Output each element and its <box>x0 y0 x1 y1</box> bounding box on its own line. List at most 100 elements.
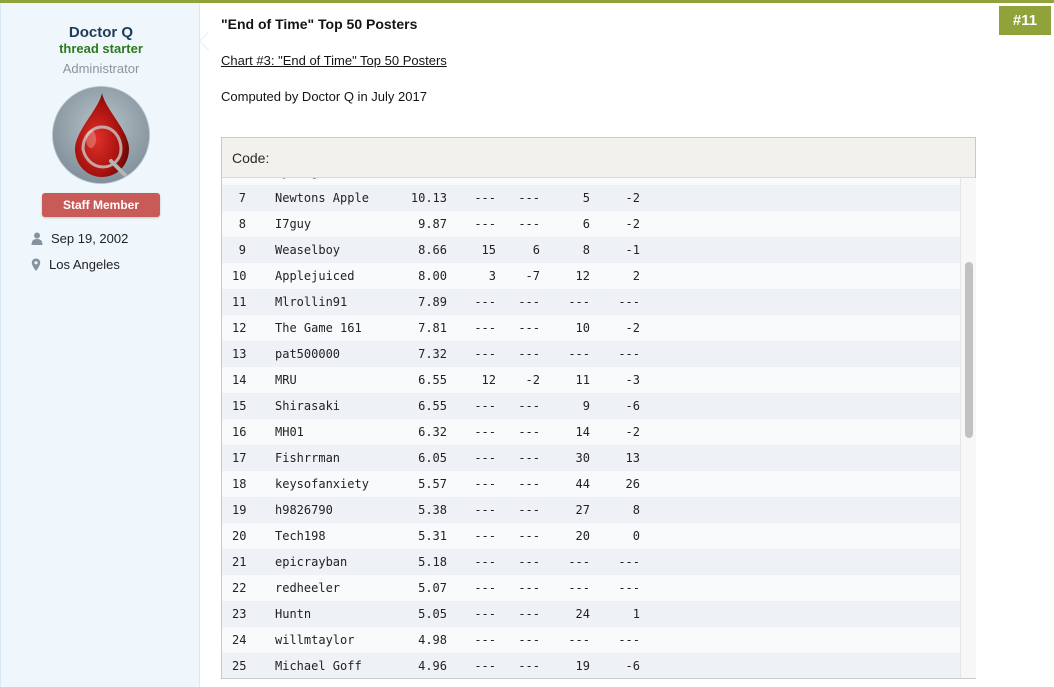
cell-rank: 14 <box>232 373 247 387</box>
avatar[interactable] <box>52 86 150 184</box>
cell-b: --- <box>518 633 540 647</box>
cell-name: willmtaylor <box>275 633 355 647</box>
cell-score: 7.32 <box>418 347 447 361</box>
scrollbar-thumb[interactable] <box>965 262 973 438</box>
cell-a: --- <box>474 555 496 569</box>
code-block: Code: 6cybungren10.964539717Newtons Appl… <box>221 137 976 679</box>
cell-d: -6 <box>625 659 640 673</box>
cell-score: 9.87 <box>418 217 447 231</box>
cell-b: --- <box>518 555 540 569</box>
user-icon <box>31 232 43 246</box>
cell-b: 39 <box>504 178 540 185</box>
username[interactable]: Doctor Q <box>1 24 201 41</box>
staff-member-badge[interactable]: Staff Member <box>42 193 160 217</box>
cell-score: 8.00 <box>418 269 447 283</box>
cell-name: epicrayban <box>275 555 348 569</box>
cell-c: 24 <box>575 607 590 621</box>
user-info-panel: Doctor Q thread starter Administrator St… <box>0 3 200 687</box>
cell-score: 5.31 <box>418 529 447 543</box>
cell-rank: 9 <box>238 243 246 257</box>
table-row: 19 h9826790 5.38 --- --- 27 8 <box>222 497 960 523</box>
cell-score: 5.18 <box>418 555 447 569</box>
cell-a: --- <box>474 425 496 439</box>
cell-a: --- <box>474 321 496 335</box>
ranking-table: 6cybungren10.964539717Newtons Apple10.13… <box>222 178 960 678</box>
cell-d: --- <box>618 347 640 361</box>
table-row: 23 Huntn 5.05 --- --- 24 1 <box>222 601 960 627</box>
cell-b: --- <box>518 347 540 361</box>
post-number-link[interactable]: #11 <box>999 6 1051 35</box>
cell-score: 7.81 <box>418 321 447 335</box>
chart-link[interactable]: Chart #3: "End of Time" Top 50 Posters <box>221 53 447 68</box>
cell-d: -2 <box>625 217 640 231</box>
cell-rank: 7 <box>238 191 246 205</box>
cell-d: -2 <box>625 191 640 205</box>
cell-a: 45 <box>462 178 496 185</box>
cell-a: 12 <box>481 373 496 387</box>
user-panel-arrow <box>199 31 209 51</box>
code-block-content[interactable]: 6cybungren10.964539717Newtons Apple10.13… <box>222 178 960 678</box>
cell-d: --- <box>618 581 640 595</box>
cell-name: The Game 161 <box>275 321 362 335</box>
location-link[interactable]: Los Angeles <box>49 257 120 272</box>
cell-c: 19 <box>575 659 590 673</box>
cell-d: -2 <box>625 425 640 439</box>
cell-c: 9 <box>582 399 590 413</box>
table-row: 20 Tech198 5.31 --- --- 20 0 <box>222 523 960 549</box>
cell-a: --- <box>474 581 496 595</box>
cell-d: 2 <box>632 269 640 283</box>
cell-c: 6 <box>582 217 590 231</box>
cell-d: --- <box>618 555 640 569</box>
cell-rank: 20 <box>232 529 247 543</box>
table-row: 12 The Game 161 7.81 --- --- 10 -2 <box>222 315 960 341</box>
cell-b: -7 <box>525 269 540 283</box>
cell-d: -2 <box>625 321 640 335</box>
cell-a: 15 <box>481 243 496 257</box>
code-scrollbar[interactable] <box>960 178 976 678</box>
table-row: 11 Mlrollin91 7.89 --- --- --- --- <box>222 289 960 315</box>
cell-name: Newtons Apple <box>275 191 369 205</box>
cell-a: --- <box>474 633 496 647</box>
cell-rank: 18 <box>232 477 247 491</box>
table-row: 18 keysofanxiety 5.57 --- --- 44 26 <box>222 471 960 497</box>
cell-rank: 10 <box>232 269 247 283</box>
cell-score: 5.07 <box>418 581 447 595</box>
cell-score: 4.96 <box>418 659 447 673</box>
cell-d: 26 <box>625 477 640 491</box>
table-row: 6 cybungren 10.96 45 39 7 1 <box>222 178 960 185</box>
cell-name: pat500000 <box>275 347 341 361</box>
user-role: Administrator <box>62 61 140 76</box>
cell-name: MH01 <box>275 425 304 439</box>
cell-score: 10.96 <box>392 178 447 185</box>
cell-rank: 15 <box>232 399 247 413</box>
table-row: 16 MH01 6.32 --- --- 14 -2 <box>222 419 960 445</box>
cell-a: --- <box>474 503 496 517</box>
cell-name: keysofanxiety <box>275 477 369 491</box>
cell-score: 5.05 <box>418 607 447 621</box>
cell-a: --- <box>474 529 496 543</box>
cell-d: --- <box>618 295 640 309</box>
table-row: 14 MRU 6.55 12 -2 11 -3 <box>222 367 960 393</box>
cell-rank: 17 <box>232 451 247 465</box>
cell-name: cybungren <box>275 178 340 185</box>
cell-b: --- <box>518 399 540 413</box>
cell-rank: 23 <box>232 607 247 621</box>
cell-c: --- <box>568 633 590 647</box>
cell-score: 5.57 <box>418 477 447 491</box>
message-post: Doctor Q thread starter Administrator St… <box>0 0 1054 687</box>
cell-c: 10 <box>575 321 590 335</box>
cell-b: --- <box>518 217 540 231</box>
cell-c: 5 <box>582 191 590 205</box>
cell-c: 27 <box>575 503 590 517</box>
cell-d: 13 <box>625 451 640 465</box>
cell-b: --- <box>518 295 540 309</box>
cell-b: --- <box>518 503 540 517</box>
cell-name: Weaselboy <box>275 243 341 257</box>
cell-name: Tech198 <box>275 529 326 543</box>
cell-rank: 11 <box>232 295 247 309</box>
cell-b: --- <box>518 659 540 673</box>
cell-score: 6.55 <box>418 399 447 413</box>
cell-name: redheeler <box>275 581 341 595</box>
cell-name: Mlrollin91 <box>275 295 348 309</box>
cell-c: --- <box>568 555 590 569</box>
